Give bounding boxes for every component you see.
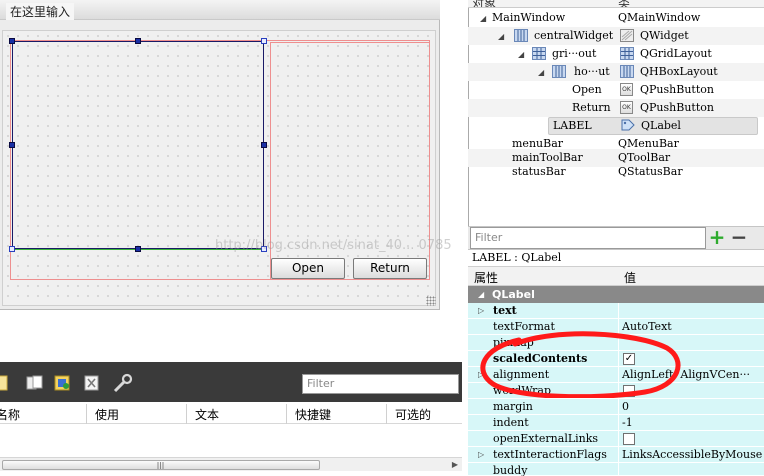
property-group-qlabel[interactable]: ◢ QLabel	[468, 286, 764, 303]
expand-arrow-icon[interactable]: ▷	[478, 450, 484, 459]
expand-arrow-icon[interactable]: ◢	[518, 50, 524, 59]
resize-handle[interactable]	[135, 246, 141, 252]
header-class[interactable]: 类	[618, 0, 630, 7]
column-used[interactable]: 使用	[95, 406, 119, 423]
property-buddy[interactable]: buddy	[468, 463, 764, 476]
property-editor-title: LABEL : QLabel	[468, 250, 764, 266]
object-filter-input[interactable]: Filter	[470, 227, 706, 249]
type-here-label[interactable]: 在这里输入	[6, 3, 75, 20]
resize-handle[interactable]	[9, 246, 15, 252]
action-table-body[interactable]	[0, 424, 462, 457]
menu-type-here-strip[interactable]: 在这里输入	[0, 0, 440, 20]
tree-row-label-selected[interactable]: LABEL QLabel	[548, 117, 758, 135]
vertical-layout-icon	[514, 29, 528, 42]
grid-layout-icon	[620, 47, 634, 60]
column-shortcut[interactable]: 快捷键	[295, 406, 331, 423]
property-indent[interactable]: indent -1	[468, 415, 764, 431]
tree-row-return[interactable]: Return OK QPushButton	[468, 99, 764, 117]
return-button[interactable]: Return	[353, 258, 427, 279]
scroll-right-arrow-icon[interactable]: ▶	[449, 459, 461, 471]
column-text[interactable]: 文本	[195, 406, 219, 423]
grid-layout-selection[interactable]	[12, 41, 264, 249]
resize-handle[interactable]	[9, 38, 15, 44]
resize-handle[interactable]	[261, 38, 267, 44]
copy-icon[interactable]	[26, 375, 43, 391]
property-margin[interactable]: margin 0	[468, 399, 764, 415]
grid-layout-icon	[532, 47, 546, 60]
watermark: http://blog.csdn.net/sinat_40... 0785	[215, 238, 452, 253]
tree-row-hboxlayout[interactable]: ◢ ho···ut QHBoxLayout	[468, 63, 764, 81]
collapse-arrow-icon[interactable]: ◢	[478, 290, 484, 299]
annotation-ellipse	[480, 331, 681, 398]
push-button-icon: OK	[620, 83, 633, 96]
resize-handle[interactable]	[135, 38, 141, 44]
scrollbar-thumb[interactable]	[2, 460, 320, 470]
hbox-layout-icon	[620, 65, 634, 78]
push-button-icon: OK	[620, 101, 633, 114]
remove-icon[interactable]: −	[730, 227, 748, 247]
header-object[interactable]: 对象	[472, 0, 496, 7]
header-property[interactable]: 属性	[474, 269, 498, 286]
property-editor-header: 属性 值	[468, 266, 764, 286]
resize-handle[interactable]	[261, 142, 267, 148]
tree-row-centralwidget[interactable]: ◢ centralWidget QWidget	[468, 27, 764, 45]
action-filter-input[interactable]: Filter	[302, 374, 459, 394]
object-inspector-header: 对象 类	[468, 0, 764, 8]
new-action-icon[interactable]	[0, 375, 10, 391]
tree-row-mainwindow[interactable]: ◢ MainWindow QMainWindow	[468, 9, 764, 27]
column-checkable[interactable]: 可选的	[395, 406, 431, 423]
horizontal-scrollbar[interactable]: ▶	[0, 457, 462, 471]
size-grip[interactable]	[426, 296, 436, 306]
property-text[interactable]: ▷ text	[468, 303, 764, 319]
column-name[interactable]: 名称	[0, 406, 20, 423]
open-button[interactable]: Open	[271, 258, 345, 279]
header-value[interactable]: 值	[624, 269, 636, 286]
property-textinteractionflags[interactable]: ▷ textInteractionFlags LinksAccessibleBy…	[468, 447, 764, 463]
resize-handle[interactable]	[9, 142, 15, 148]
label-icon	[621, 119, 635, 132]
tree-row-gridlayout[interactable]: ◢ gri···out QGridLayout	[468, 45, 764, 63]
configure-icon[interactable]	[112, 373, 134, 393]
expand-arrow-icon[interactable]: ◢	[480, 14, 486, 23]
hbox-layout-icon	[552, 65, 566, 78]
openexternallinks-checkbox[interactable]	[623, 433, 635, 445]
tree-row-open[interactable]: Open OK QPushButton	[468, 81, 764, 99]
expand-arrow-icon[interactable]: ◢	[498, 32, 504, 41]
add-icon[interactable]: +	[708, 227, 726, 247]
action-table-header: 名称 使用 文本 快捷键 可选的	[0, 404, 462, 424]
delete-icon[interactable]	[84, 375, 100, 391]
expand-arrow-icon[interactable]: ▷	[478, 306, 484, 315]
tree-row-statusbar[interactable]: statusBar QStatusBar	[468, 163, 764, 181]
properties-icon[interactable]	[54, 375, 70, 391]
property-openexternallinks[interactable]: openExternalLinks	[468, 431, 764, 447]
widget-icon	[620, 29, 634, 42]
expand-arrow-icon[interactable]: ◢	[538, 68, 544, 77]
